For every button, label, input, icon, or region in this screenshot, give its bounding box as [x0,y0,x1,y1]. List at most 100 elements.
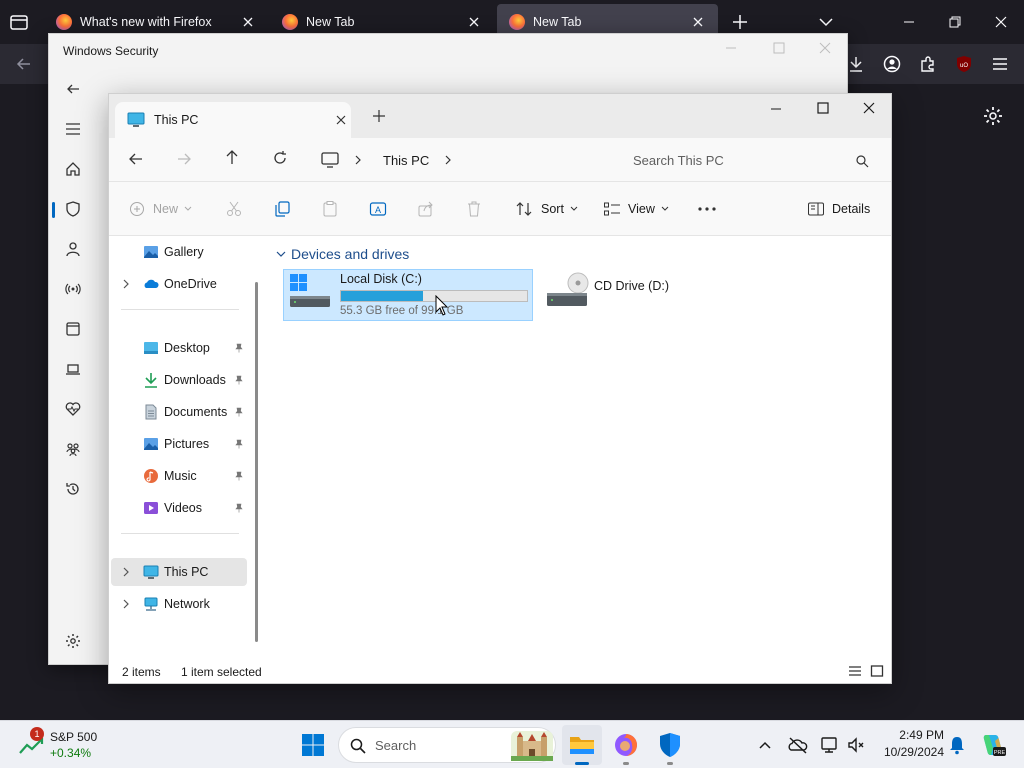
view-button[interactable]: View [603,182,670,236]
copy-button[interactable] [273,182,291,236]
extensions-icon[interactable] [918,54,938,74]
minimize-button[interactable] [769,102,785,118]
nav-item-onedrive[interactable]: OneDrive [111,270,247,298]
search-input[interactable]: Search This PC [619,144,883,176]
app-browser-control-icon[interactable] [59,315,87,343]
close-tab-icon[interactable] [333,112,349,128]
account-icon[interactable] [882,54,902,74]
search-icon [855,154,869,168]
details-view-icon[interactable] [848,664,862,678]
close-button[interactable] [978,0,1024,44]
volume-muted-icon[interactable] [846,735,866,755]
nav-label: Videos [164,501,202,515]
refresh-icon[interactable] [271,149,289,167]
paste-button[interactable] [321,182,339,236]
firefox-taskbar-button[interactable] [606,725,646,765]
maximize-button[interactable] [816,101,832,117]
share-button[interactable] [417,182,435,236]
minimize-button[interactable] [886,0,932,44]
settings-gear-icon[interactable] [59,627,87,655]
list-all-tabs-icon[interactable] [816,12,836,32]
menu-hamburger-icon[interactable] [59,115,87,143]
taskbar-search-box[interactable]: Search [338,727,556,763]
onedrive-offline-icon[interactable] [787,735,809,755]
drive-tile-d[interactable]: CD Drive (D:) [541,269,711,321]
close-tab-icon[interactable] [690,14,706,30]
copilot-icon[interactable]: PRE [980,732,1006,758]
network-status-icon[interactable] [820,735,840,755]
clock[interactable]: 2:49 PM 10/29/2024 [874,727,944,763]
nav-scrollbar[interactable] [255,282,258,642]
chevron-down-icon [660,204,670,214]
home-icon[interactable] [59,155,87,183]
nav-item-desktop[interactable]: Desktop [111,334,247,362]
firefox-logo-icon [56,14,72,30]
file-explorer-taskbar-button[interactable] [562,725,602,765]
more-options-button[interactable] [697,182,717,236]
close-button[interactable] [862,101,878,117]
shield-icon[interactable] [59,195,87,223]
notification-bell-icon[interactable] [948,735,966,755]
forward-arrow-icon[interactable] [175,150,193,168]
tiles-view-icon[interactable] [870,664,884,678]
show-hidden-icons-chevron-icon[interactable] [757,737,773,753]
sort-button[interactable]: Sort [515,182,579,236]
ublock-origin-icon[interactable]: uO [954,54,974,74]
nav-item-documents[interactable]: Documents [111,398,247,426]
details-pane-icon [807,200,825,218]
onedrive-cloud-icon [144,279,159,288]
account-protection-icon[interactable] [59,235,87,263]
chevron-right-icon[interactable] [443,155,453,165]
close-tab-icon[interactable] [466,14,482,30]
device-security-icon[interactable] [59,355,87,383]
windows-security-taskbar-button[interactable] [650,725,690,765]
stock-widget[interactable]: 1 S&P 500 +0.34% [18,727,128,763]
drive-tile-c[interactable]: Local Disk (C:) 55.3 GB free of 99.1 GB [283,269,533,321]
new-tab-icon[interactable] [730,12,750,32]
nav-item-downloads[interactable]: Downloads [111,366,247,394]
pin-icon [235,375,243,385]
pictures-icon [144,438,158,450]
protection-history-icon[interactable] [59,475,87,503]
settings-gear-icon[interactable] [982,105,1004,127]
start-button[interactable] [293,725,333,765]
close-tab-icon[interactable] [240,14,256,30]
firewall-network-icon[interactable] [59,275,87,303]
maximize-button[interactable] [773,42,793,58]
nav-item-music[interactable]: Music [111,462,247,490]
back-arrow-icon[interactable] [59,75,87,103]
devices-and-drives-group[interactable]: Devices and drives [275,244,409,264]
chevron-right-icon[interactable] [353,155,363,165]
menu-hamburger-icon[interactable] [990,54,1010,74]
nav-divider [121,309,239,310]
svg-text:PRE: PRE [994,750,1006,756]
restore-button[interactable] [932,0,978,44]
device-health-icon[interactable] [59,395,87,423]
new-tab-icon[interactable] [371,108,387,124]
nav-item-pictures[interactable]: Pictures [111,430,247,458]
breadcrumb-this-pc[interactable]: This PC [383,153,429,168]
rename-button[interactable]: A [369,182,387,236]
nav-item-videos[interactable]: Videos [111,494,247,522]
this-pc-icon [127,112,145,128]
back-icon[interactable] [14,54,34,74]
firefox-logo-icon [615,734,637,756]
up-arrow-icon[interactable] [223,148,241,166]
delete-button[interactable] [465,182,483,236]
minimize-button[interactable] [725,42,745,58]
details-button[interactable]: Details [807,182,870,236]
downloads-icon[interactable] [846,54,866,74]
cut-button[interactable] [225,182,243,236]
close-button[interactable] [819,42,839,58]
family-options-icon[interactable] [59,435,87,463]
nav-item-this-pc[interactable]: This PC [111,558,247,586]
nav-item-network[interactable]: Network [111,590,247,618]
back-arrow-icon[interactable] [127,150,145,168]
nav-item-gallery[interactable]: Gallery [111,238,247,266]
new-button[interactable]: New [129,182,193,236]
chevron-right-icon [123,279,129,289]
address-bar[interactable]: This PC [313,144,613,176]
mouse-cursor-icon [435,295,449,317]
firefox-view-icon[interactable] [8,12,30,32]
tab-this-pc[interactable]: This PC [115,102,351,138]
